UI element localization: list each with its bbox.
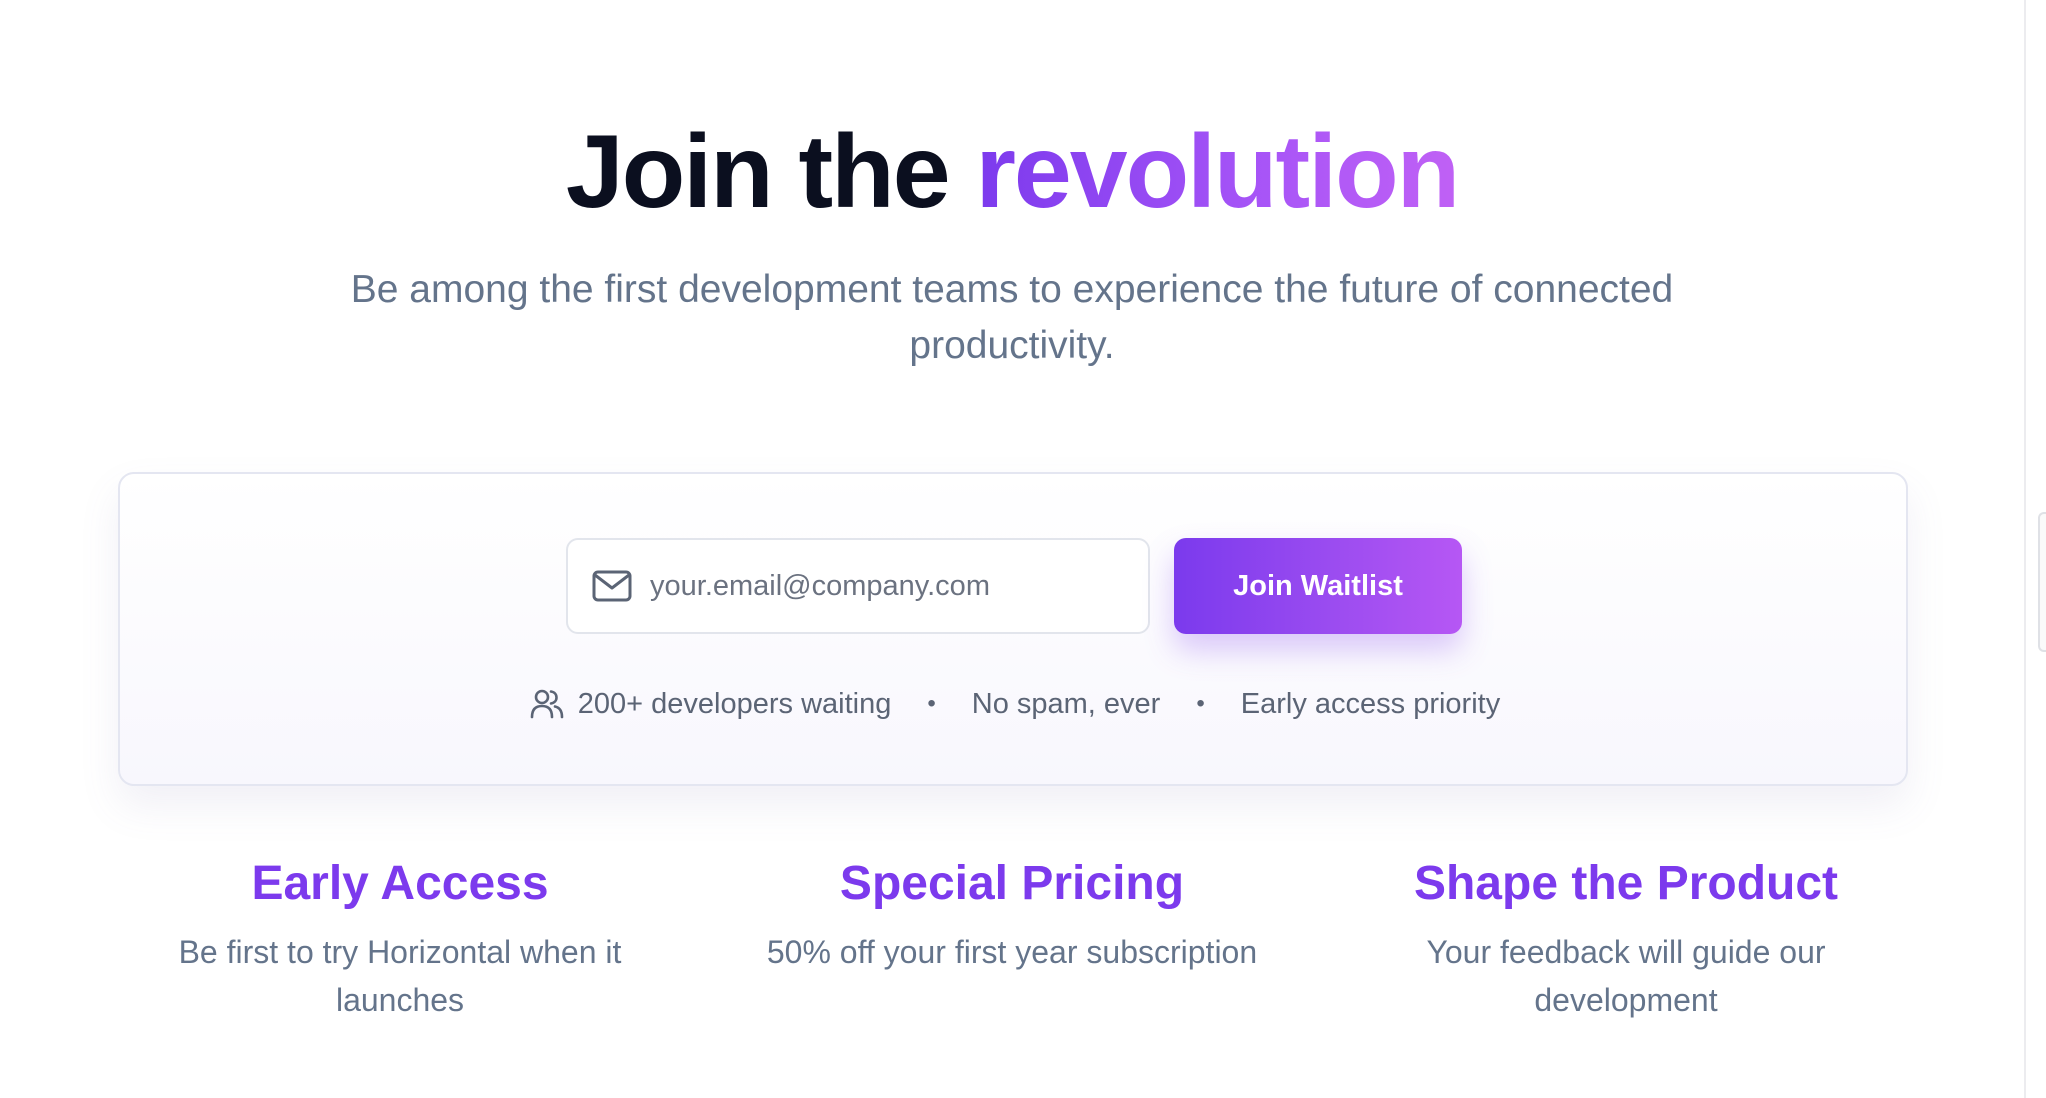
signup-meta: 200+ developers waiting • No spam, ever … [120,684,1910,724]
hero-title-accent: revolution [975,114,1460,230]
feature-title: Special Pricing [839,857,1185,910]
window-edge-divider [2024,0,2026,1098]
hero-title-prefix: Join the [565,114,951,230]
email-field[interactable] [566,538,1150,634]
mail-icon [592,569,632,603]
email-input[interactable] [650,569,1130,603]
waitlist-page: Join the revolution Be among the first d… [0,0,2046,1098]
no-spam-text: No spam, ever [971,687,1161,720]
feature-shape-the-product: Shape the Product Your feedback will gui… [1316,856,1936,1024]
feature-description: 50% off your first year subscription [766,934,1258,970]
developers-waiting-text: 200+ developers waiting [577,687,892,720]
feature-special-pricing: Special Pricing 50% off your first year … [702,856,1322,976]
feature-description: Be first to try Horizontal when it launc… [178,934,622,1018]
side-panel-handle[interactable] [2038,512,2046,652]
feature-title: Early Access [251,857,549,910]
meta-separator: • [1196,690,1205,717]
users-icon [530,688,564,720]
hero-title: Join the revolution [0,112,2024,232]
feature-early-access: Early Access Be first to try Horizontal … [90,856,710,1024]
feature-description: Your feedback will guide our development [1426,934,1826,1018]
feature-title: Shape the Product [1413,857,1839,910]
join-waitlist-button[interactable]: Join Waitlist [1174,538,1462,634]
meta-separator: • [927,690,936,717]
early-access-priority-text: Early access priority [1240,687,1501,720]
hero-subtitle: Be among the first development teams to … [350,268,1674,367]
waitlist-card: Join Waitlist 200+ developers waiting • … [118,472,1908,786]
